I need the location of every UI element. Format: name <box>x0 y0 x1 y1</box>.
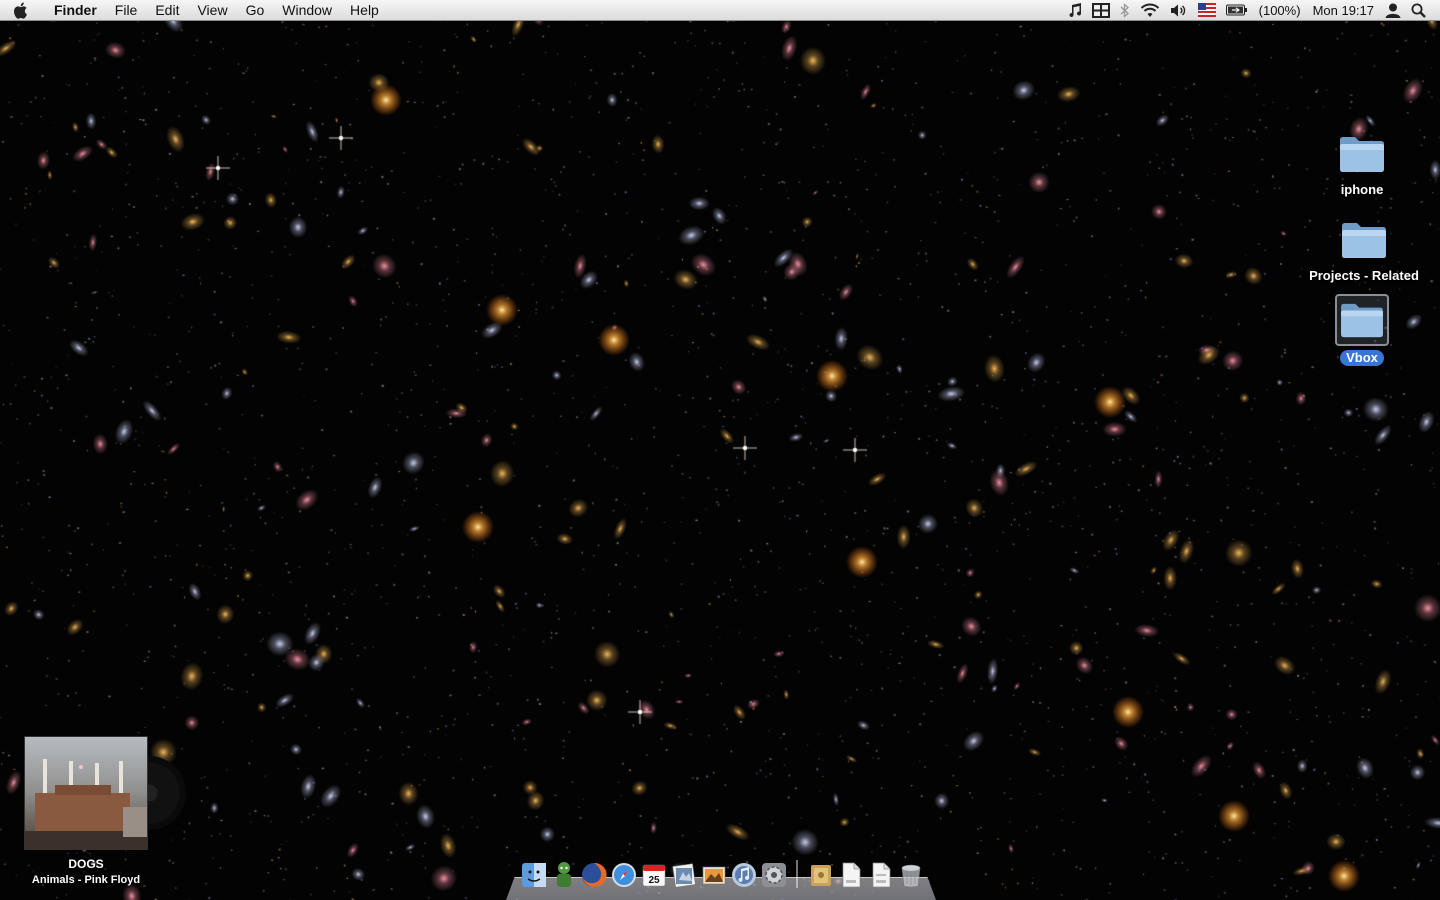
system-preferences-icon[interactable] <box>760 860 787 890</box>
address-book-icon[interactable] <box>670 860 697 890</box>
wifi-icon[interactable] <box>1135 0 1165 21</box>
itunes-icon[interactable] <box>730 860 757 890</box>
finder-icon[interactable] <box>520 860 547 890</box>
trash-icon[interactable] <box>897 860 924 890</box>
folder-icon <box>1335 294 1389 346</box>
user-icon[interactable] <box>1380 0 1406 21</box>
safari-icon[interactable] <box>610 860 637 890</box>
us-flag-input-icon[interactable] <box>1193 0 1221 21</box>
ical-icon[interactable]: 25 <box>640 860 667 890</box>
desktop-icon-label: iphone <box>1340 182 1384 197</box>
menu-view[interactable]: View <box>188 0 236 21</box>
battery-percentage[interactable]: (100%) <box>1253 0 1307 21</box>
folder-icon <box>1338 216 1390 264</box>
apple-menu-icon[interactable] <box>0 0 40 21</box>
spaces-icon[interactable] <box>1087 0 1115 21</box>
galaxy-wallpaper <box>0 0 1440 900</box>
firefox-icon[interactable] <box>580 860 607 890</box>
volume-icon[interactable] <box>1165 0 1193 21</box>
now-playing-album-artist: Animals - Pink Floyd <box>31 874 141 886</box>
desktop-folder-iphone[interactable]: iphone <box>1297 130 1427 198</box>
desktop-icon-label: Projects - Related <box>1309 268 1419 283</box>
desktop-icon-label: Vbox <box>1340 350 1384 366</box>
dock: 25 <box>506 856 936 900</box>
iphoto-icon[interactable] <box>700 860 727 890</box>
menu-edit[interactable]: Edit <box>146 0 188 21</box>
menu-app-finder[interactable]: Finder <box>40 0 106 21</box>
downloads-stack-icon[interactable] <box>867 860 894 890</box>
menu-window[interactable]: Window <box>273 0 341 21</box>
menu-file[interactable]: File <box>106 0 147 21</box>
bluetooth-icon[interactable] <box>1115 0 1135 21</box>
now-playing-track: DOGS <box>68 857 104 871</box>
desktop-folder-vbox[interactable]: Vbox <box>1297 294 1427 366</box>
battery-icon[interactable] <box>1221 0 1253 21</box>
menubar-clock[interactable]: Mon 19:17 <box>1307 0 1380 21</box>
itunes-note-icon[interactable] <box>1063 0 1087 21</box>
desktop[interactable]: Finder File Edit View Go Window Help (10… <box>0 0 1440 900</box>
album-cover-art <box>24 736 148 850</box>
desktop-folder-projects-related[interactable]: Projects - Related <box>1299 216 1429 284</box>
calendar-day-number: 25 <box>648 875 660 886</box>
menu-help[interactable]: Help <box>341 0 388 21</box>
applications-stack-icon[interactable] <box>807 860 834 890</box>
folder-icon <box>1336 130 1388 178</box>
automator-icon[interactable] <box>550 860 577 890</box>
documents-stack-icon[interactable] <box>837 860 864 890</box>
menu-bar: Finder File Edit View Go Window Help (10… <box>0 0 1440 21</box>
menu-go[interactable]: Go <box>237 0 274 21</box>
spotlight-icon[interactable] <box>1406 0 1440 21</box>
dock-separator <box>796 860 798 888</box>
